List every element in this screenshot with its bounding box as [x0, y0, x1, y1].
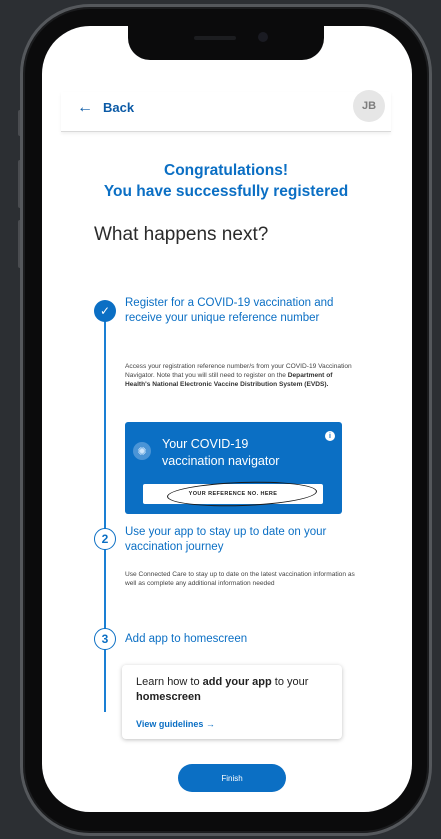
step-2-number-icon: 2: [94, 528, 116, 550]
learn-text-mid: to your: [271, 676, 309, 688]
speaker-grille: [194, 36, 236, 40]
back-button[interactable]: ← Back: [77, 98, 135, 116]
finish-button[interactable]: Finish: [178, 764, 286, 792]
virus-icon: ✺: [133, 442, 151, 460]
main-content: Congratulations! You have successfully r…: [61, 134, 391, 812]
step-3-title: Add app to homescreen: [125, 633, 248, 645]
view-guidelines-label: View guidelines: [136, 719, 204, 729]
learn-text-bold-1: add your app: [202, 676, 272, 688]
front-camera: [258, 32, 268, 42]
step-1-body: Access your registration reference numbe…: [125, 362, 357, 389]
arrow-right-icon: →: [205, 719, 215, 729]
phone-screen: ← Back JB Congratulations! You have succ…: [42, 26, 412, 812]
view-guidelines-link[interactable]: View guidelines →: [136, 719, 215, 729]
notch: [128, 26, 324, 60]
app-header: ← Back JB: [61, 90, 391, 132]
learn-card-text: Learn how to add your app to your homesc…: [136, 675, 331, 705]
step-1-title: Register for a COVID-19 vaccination and …: [125, 297, 334, 324]
vaccination-navigator-card[interactable]: ✺ Your COVID-19 vaccination navigator i …: [125, 422, 342, 514]
learn-text-bold-2: homescreen: [136, 691, 201, 703]
progress-timeline-line: [104, 302, 106, 712]
device-stage: ← Back JB Congratulations! You have succ…: [0, 0, 441, 839]
congratulations-heading: Congratulations! You have successfully r…: [61, 160, 391, 202]
learn-text-pre: Learn how to: [136, 676, 203, 688]
step-3-number-icon: 3: [94, 628, 116, 650]
arrow-left-icon: ←: [77, 98, 93, 116]
step-1-check-icon: ✓: [94, 300, 116, 322]
navigator-card-title: Your COVID-19 vaccination navigator: [162, 437, 280, 468]
step-2-body: Use Connected Care to stay up to date on…: [125, 571, 355, 587]
avatar[interactable]: JB: [353, 90, 385, 122]
info-icon[interactable]: i: [325, 431, 335, 441]
congrats-line-2: You have successfully registered: [103, 183, 349, 200]
congrats-line-1: Congratulations!: [164, 162, 288, 179]
add-to-homescreen-card: Learn how to add your app to your homesc…: [122, 665, 342, 739]
step-2-title: Use your app to stay up to date on your …: [125, 526, 327, 553]
back-label: Back: [103, 100, 135, 115]
what-happens-next-title: What happens next?: [94, 224, 269, 245]
